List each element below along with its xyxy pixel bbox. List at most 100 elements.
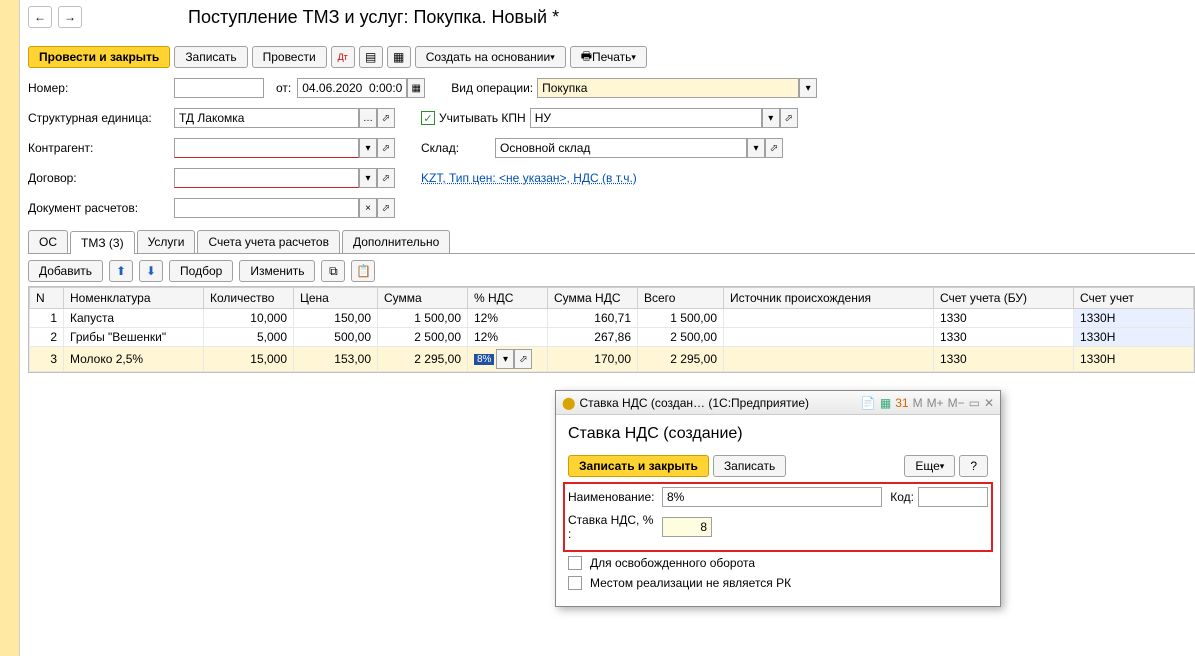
vat-badge: 8% bbox=[474, 354, 494, 365]
warehouse-label: Склад: bbox=[421, 141, 491, 155]
add-row-button[interactable]: Добавить bbox=[28, 260, 103, 282]
contract-dropdown-icon[interactable]: ▾ bbox=[359, 168, 377, 188]
modal-code-input[interactable] bbox=[918, 487, 988, 507]
col-src[interactable]: Источник происхождения bbox=[724, 288, 934, 309]
pick-button[interactable]: Подбор bbox=[169, 260, 233, 282]
col-vat[interactable]: % НДС bbox=[468, 288, 548, 309]
tab-additional[interactable]: Дополнительно bbox=[342, 230, 450, 253]
kpn-dropdown-icon[interactable]: ▾ bbox=[762, 108, 780, 128]
vat-open-icon[interactable]: ⬀ bbox=[514, 349, 532, 369]
modal-save-button[interactable]: Записать bbox=[713, 455, 786, 477]
org-external-icon[interactable]: ⬀ bbox=[377, 108, 395, 128]
tab-services[interactable]: Услуги bbox=[137, 230, 196, 253]
printer-icon: 🖶 bbox=[581, 47, 592, 68]
contract-input[interactable] bbox=[174, 168, 359, 188]
calc-icon[interactable]: ▦ bbox=[880, 396, 891, 410]
modal-cb1-checkbox[interactable] bbox=[568, 556, 582, 570]
contract-external-icon[interactable]: ⬀ bbox=[377, 168, 395, 188]
warehouse-dropdown-icon[interactable]: ▾ bbox=[747, 138, 765, 158]
vat-dropdown-icon[interactable]: ▾ bbox=[496, 349, 514, 369]
post-and-close-button[interactable]: Провести и закрыть bbox=[28, 46, 170, 68]
col-n[interactable]: N bbox=[30, 288, 64, 309]
highlight-box: Наименование: Код: Ставка НДС, % : bbox=[563, 482, 993, 552]
modal-code-label: Код: bbox=[890, 490, 914, 504]
org-label: Структурная единица: bbox=[28, 111, 168, 125]
col-price[interactable]: Цена bbox=[294, 288, 378, 309]
page-title: Поступление ТМЗ и услуг: Покупка. Новый … bbox=[188, 7, 559, 28]
col-sum[interactable]: Сумма bbox=[378, 288, 468, 309]
left-panel bbox=[0, 0, 20, 656]
items-table[interactable]: N Номенклатура Количество Цена Сумма % Н… bbox=[29, 287, 1194, 372]
kpn-external-icon[interactable]: ⬀ bbox=[780, 108, 798, 128]
nav-back-button[interactable]: ← bbox=[28, 6, 52, 28]
settlement-external-icon[interactable]: ⬀ bbox=[377, 198, 395, 218]
col-acc-bu[interactable]: Счет учета (БУ) bbox=[934, 288, 1074, 309]
create-based-button[interactable]: Создать на основании bbox=[415, 46, 566, 68]
related-icon[interactable]: ▦ bbox=[387, 46, 411, 68]
modal-name-input[interactable] bbox=[662, 487, 882, 507]
calendar-icon[interactable]: ▦ bbox=[407, 78, 425, 98]
tabs: ОС ТМЗ (3) Услуги Счета учета расчетов Д… bbox=[28, 230, 1195, 254]
save-button[interactable]: Записать bbox=[174, 46, 247, 68]
copy-icon[interactable]: ⧉ bbox=[321, 260, 345, 282]
modal-cb2-label: Местом реализации не является РК bbox=[590, 576, 791, 590]
counterparty-external-icon[interactable]: ⬀ bbox=[377, 138, 395, 158]
number-input[interactable] bbox=[174, 78, 264, 98]
contract-label: Договор: bbox=[28, 171, 168, 185]
settlement-clear-icon[interactable]: × bbox=[359, 198, 377, 218]
modal-help-button[interactable]: ? bbox=[959, 455, 988, 477]
op-type-label: Вид операции: bbox=[451, 81, 533, 95]
warehouse-external-icon[interactable]: ⬀ bbox=[765, 138, 783, 158]
minimize-icon[interactable]: ▭ bbox=[969, 396, 980, 410]
tab-accounts[interactable]: Счета учета расчетов bbox=[197, 230, 339, 253]
close-icon[interactable]: ✕ bbox=[984, 396, 994, 410]
table-row[interactable]: 2 Грибы "Вешенки" 5,000 500,00 2 500,00 … bbox=[30, 328, 1194, 347]
mminus-icon[interactable]: M− bbox=[948, 396, 965, 410]
price-settings-link[interactable]: KZT, Тип цен: <не указан>, НДС (в т.ч.) bbox=[421, 171, 637, 185]
kpn-input[interactable] bbox=[530, 108, 762, 128]
table-row[interactable]: 1 Капуста 10,000 150,00 1 500,00 12% 160… bbox=[30, 309, 1194, 328]
modal-cb1-label: Для освобожденного оборота bbox=[590, 556, 755, 570]
post-button[interactable]: Провести bbox=[252, 46, 327, 68]
modal-header: Ставка НДС (создание) bbox=[568, 425, 988, 443]
counterparty-dropdown-icon[interactable]: ▾ bbox=[359, 138, 377, 158]
col-acc[interactable]: Счет учет bbox=[1074, 288, 1194, 309]
settlement-doc-input[interactable] bbox=[174, 198, 359, 218]
mplus-icon[interactable]: M+ bbox=[927, 396, 944, 410]
modal-save-close-button[interactable]: Записать и закрыть bbox=[568, 455, 709, 477]
report-icon[interactable]: 📄 bbox=[861, 396, 876, 410]
counterparty-input[interactable] bbox=[174, 138, 359, 158]
op-type-dropdown-icon[interactable]: ▾ bbox=[799, 78, 817, 98]
calendar2-icon[interactable]: 31 bbox=[895, 396, 908, 410]
org-input[interactable] bbox=[174, 108, 359, 128]
print-button[interactable]: 🖶 Печать bbox=[570, 46, 647, 68]
kpn-label: Учитывать КПН bbox=[439, 111, 526, 125]
modal-rate-input[interactable] bbox=[662, 517, 712, 537]
tab-tmz[interactable]: ТМЗ (3) bbox=[70, 231, 135, 254]
move-down-icon[interactable]: ⬇ bbox=[139, 260, 163, 282]
modal-cb2-checkbox[interactable] bbox=[568, 576, 582, 590]
dtkt-icon[interactable]: Дт bbox=[331, 46, 355, 68]
date-input[interactable] bbox=[297, 78, 407, 98]
op-type-select[interactable] bbox=[537, 78, 799, 98]
table-row[interactable]: 3 Молоко 2,5% 15,000 153,00 2 295,00 8%▾… bbox=[30, 347, 1194, 372]
kpn-checkbox[interactable]: ✓ bbox=[421, 111, 435, 125]
col-qty[interactable]: Количество bbox=[204, 288, 294, 309]
org-open-icon[interactable]: … bbox=[359, 108, 377, 128]
warehouse-input[interactable] bbox=[495, 138, 747, 158]
vat-rate-dialog: ⬤ Ставка НДС (создан… (1С:Предприятие) 📄… bbox=[555, 390, 1001, 607]
modal-rate-label: Ставка НДС, % : bbox=[568, 513, 658, 541]
modal-more-button[interactable]: Еще bbox=[904, 455, 955, 477]
change-button[interactable]: Изменить bbox=[239, 260, 315, 282]
m-icon[interactable]: M bbox=[913, 396, 923, 410]
nav-forward-button[interactable]: → bbox=[58, 6, 82, 28]
col-total[interactable]: Всего bbox=[638, 288, 724, 309]
structure-icon[interactable]: ▤ bbox=[359, 46, 383, 68]
col-name[interactable]: Номенклатура bbox=[64, 288, 204, 309]
col-vat-sum[interactable]: Сумма НДС bbox=[548, 288, 638, 309]
move-up-icon[interactable]: ⬆ bbox=[109, 260, 133, 282]
tab-os[interactable]: ОС bbox=[28, 230, 68, 253]
paste-icon[interactable]: 📋 bbox=[351, 260, 375, 282]
number-label: Номер: bbox=[28, 81, 168, 95]
modal-window-title: Ставка НДС (создан… (1С:Предприятие) bbox=[579, 396, 809, 410]
